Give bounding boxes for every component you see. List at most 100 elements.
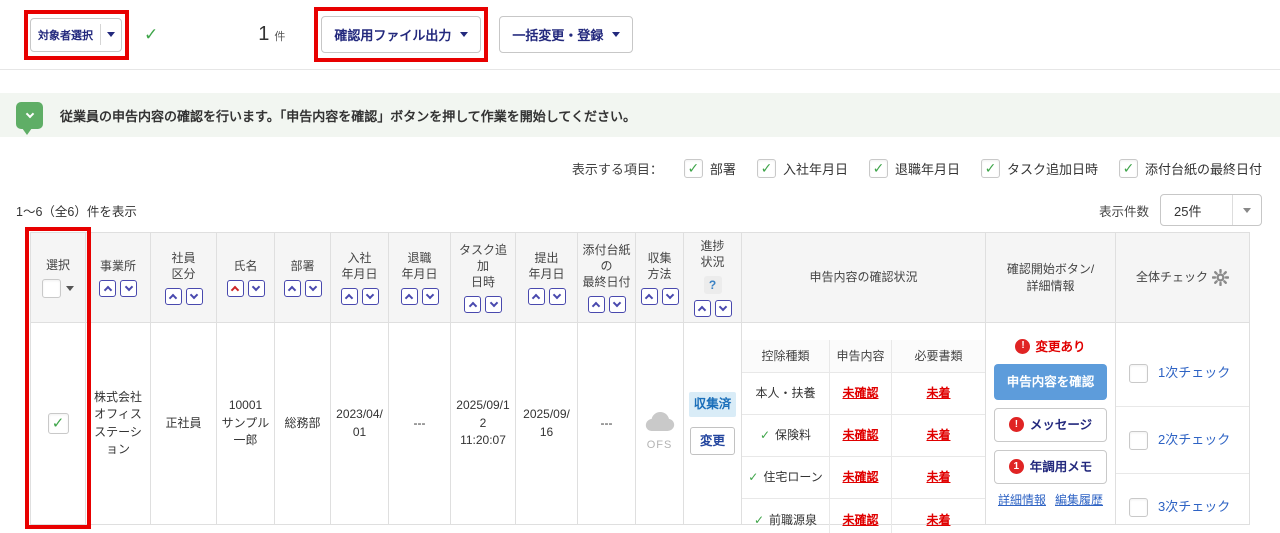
col-header-overall-check: 全体チェック [1116, 233, 1250, 323]
help-icon[interactable]: ? [703, 276, 722, 295]
option-label: 退職年月日 [894, 161, 960, 177]
decl-type: ✓ 前職源泉 [742, 499, 830, 533]
confirm-declaration-button[interactable]: 申告内容を確認 [994, 363, 1107, 400]
sort-asc-button[interactable] [400, 288, 418, 306]
sort-desc-button[interactable] [120, 280, 137, 298]
sort-desc-button[interactable] [661, 288, 679, 306]
change-alert-label: 変更あり [1035, 339, 1086, 354]
notice-collapse-icon[interactable] [16, 101, 43, 135]
sort-desc-button[interactable] [247, 280, 265, 298]
chevron-down-icon [107, 32, 115, 37]
sort-desc-button[interactable] [361, 288, 379, 306]
alert-icon: ! [1015, 339, 1031, 355]
message-button-label: メッセージ [1029, 417, 1093, 432]
decl-content-link[interactable]: 未確認 [830, 457, 892, 500]
select-all-checkbox[interactable] [42, 279, 61, 299]
select-caret[interactable] [1232, 195, 1261, 225]
sort-asc-button[interactable] [340, 288, 358, 306]
decl-header-content: 申告内容 [830, 340, 892, 374]
target-select-button[interactable]: 対象者選択 [30, 17, 122, 52]
sort-desc-button[interactable] [304, 280, 322, 298]
detail-info-link[interactable]: 詳細情報 [998, 492, 1046, 509]
option-retire-date[interactable]: ✓ 退職年月日 [868, 158, 960, 178]
option-label: 入社年月日 [782, 161, 848, 177]
memo-button[interactable]: 1 年調用メモ [994, 449, 1107, 485]
sort-asc-button[interactable] [527, 288, 545, 306]
option-label: 部署 [709, 161, 736, 177]
select-all-dropdown-icon[interactable] [66, 286, 74, 292]
col-header-attachment-date: 添付台紙 の 最終日付 [578, 233, 636, 323]
sort-asc-button[interactable] [693, 300, 711, 318]
toolbar: 対象者選択 ✓ 1 件 確認用ファイル出力 一括変更・登録 [0, 0, 1280, 70]
cell-attachment-date: --- [578, 323, 636, 525]
option-attachment-date[interactable]: ✓ 添付台紙の最終日付 [1118, 158, 1262, 178]
sort-desc-button[interactable] [714, 300, 732, 318]
col-header-declaration-status: 申告内容の確認状況 [742, 233, 986, 323]
cell-office: 株式会社オフィスステーション [86, 323, 151, 525]
cell-department: 総務部 [275, 323, 331, 525]
check-icon: ✓ [144, 24, 159, 44]
sort-asc-button-active[interactable] [226, 280, 244, 298]
option-department[interactable]: ✓ 部署 [683, 158, 736, 178]
cell-actions: ! 変更あり 申告内容を確認 ! メッセージ 1 年調用メモ 詳細情報 編集履歴 [986, 323, 1116, 525]
chevron-down-icon [25, 109, 34, 118]
decl-content-link[interactable]: 未確認 [830, 373, 892, 416]
sort-desc-button[interactable] [608, 296, 626, 314]
edit-history-link[interactable]: 編集履歴 [1055, 492, 1103, 509]
check-2-checkbox[interactable] [1129, 430, 1148, 450]
col-header-department: 部署 [275, 233, 331, 323]
bulk-change-button[interactable]: 一括変更・登録 [499, 16, 634, 53]
sort-asc-button[interactable] [464, 296, 481, 314]
check-icon: ✓ [748, 470, 759, 485]
col-header-confirm-start: 確認開始ボタン/ 詳細情報 [986, 233, 1116, 323]
overall-check-3: 3次チェック [1116, 474, 1249, 533]
decl-documents-link[interactable]: 未着 [892, 457, 985, 500]
check-1-label[interactable]: 1次チェック [1158, 364, 1230, 383]
decl-documents-link[interactable]: 未着 [892, 373, 985, 416]
display-options-row: 表示する項目： ✓ 部署 ✓ 入社年月日 ✓ 退職年月日 ✓ タスク追加日時 ✓… [0, 150, 1280, 186]
target-select-label: 対象者選択 [38, 29, 93, 42]
decl-documents-link[interactable]: 未着 [892, 499, 985, 533]
check-3-label[interactable]: 3次チェック [1158, 498, 1230, 517]
check-icon: ✓ [759, 428, 771, 443]
col-header-name: 氏名 [217, 233, 275, 323]
sort-asc-button[interactable] [640, 288, 658, 306]
checkbox-checked-icon[interactable]: ✓ [980, 158, 1000, 178]
sort-asc-button[interactable] [283, 280, 301, 298]
decl-documents-link[interactable]: 未着 [892, 415, 985, 458]
per-page-select[interactable]: 25件 [1160, 194, 1262, 226]
sort-asc-button[interactable] [164, 288, 182, 306]
checkbox-checked-icon[interactable]: ✓ [756, 158, 776, 178]
check-1-checkbox[interactable] [1129, 363, 1148, 383]
checkbox-checked-icon[interactable]: ✓ [1118, 158, 1138, 178]
result-range-text: 1〜6（全6）件を表示 [16, 204, 137, 219]
decl-type: 本人・扶養 [742, 373, 830, 416]
notice-bar: 従業員の申告内容の確認を行います。「申告内容を確認」ボタンを押して作業を開始して… [0, 93, 1280, 137]
decl-header-type: 控除種類 [742, 340, 830, 374]
decl-content-link[interactable]: 未確認 [830, 499, 892, 533]
progress-change-button[interactable]: 変更 [689, 426, 735, 455]
sort-asc-button[interactable] [587, 296, 605, 314]
file-output-button[interactable]: 確認用ファイル出力 [321, 16, 482, 53]
target-select-caret[interactable] [100, 24, 121, 45]
check-2-label[interactable]: 2次チェック [1158, 431, 1230, 450]
message-button[interactable]: ! メッセージ [994, 407, 1107, 442]
cell-retire-date: --- [389, 323, 451, 525]
checkbox-checked-icon[interactable]: ✓ [868, 158, 888, 178]
option-hire-date[interactable]: ✓ 入社年月日 [756, 158, 848, 178]
option-task-added[interactable]: ✓ タスク追加日時 [980, 158, 1098, 178]
decl-content-link[interactable]: 未確認 [830, 415, 892, 458]
per-page-label: 表示件数 [1098, 204, 1149, 219]
checkbox-checked-icon[interactable]: ✓ [683, 158, 703, 178]
badge-count: 1 [1008, 459, 1024, 475]
sort-desc-button[interactable] [548, 288, 566, 306]
cell-declaration-status: 控除種類 申告内容 必要書類 本人・扶養 未確認 未着 ✓ 保険料 未確認 未着 … [742, 323, 986, 533]
col-header-retire-date: 退職 年月日 [389, 233, 451, 323]
sort-desc-button[interactable] [485, 296, 502, 314]
gear-icon[interactable] [1212, 269, 1229, 286]
row-checkbox-checked[interactable]: ✓ [47, 413, 69, 434]
sort-desc-button[interactable] [185, 288, 203, 306]
check-3-checkbox[interactable] [1129, 498, 1148, 518]
sort-desc-button[interactable] [421, 288, 439, 306]
sort-asc-button[interactable] [99, 280, 116, 298]
